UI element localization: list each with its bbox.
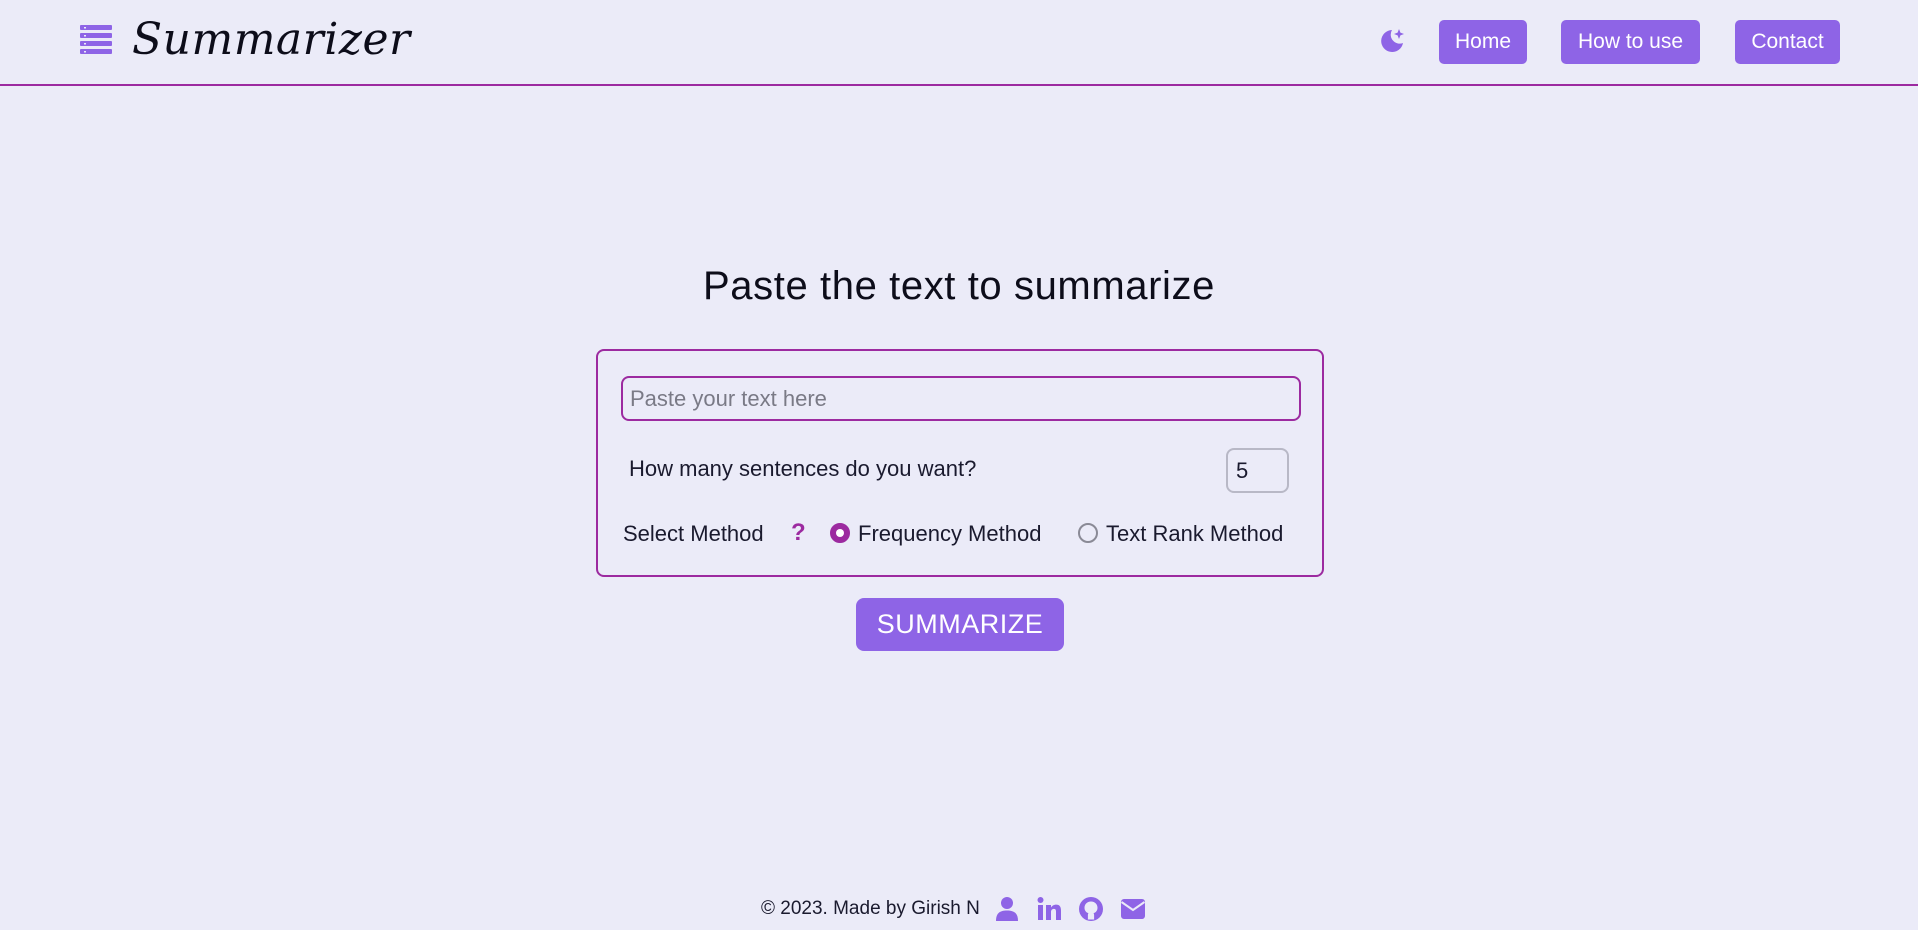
copyright-text: © 2023. Made by Girish N: [761, 898, 980, 919]
frequency-method-radio[interactable]: [830, 523, 850, 543]
footer: © 2023. Made by Girish N: [761, 894, 1162, 924]
sentences-count-input[interactable]: [1226, 448, 1289, 493]
github-icon[interactable]: [1078, 896, 1104, 922]
method-label: Select Method: [623, 521, 764, 546]
brand[interactable]: Summarizer: [80, 14, 411, 65]
text-rank-method-radio[interactable]: [1078, 523, 1098, 543]
nav-how-to-use-button[interactable]: How to use: [1561, 20, 1700, 64]
list-icon: [80, 24, 112, 54]
summarize-form: How many sentences do you want? Select M…: [596, 349, 1324, 577]
user-icon[interactable]: [994, 896, 1020, 922]
moon-icon[interactable]: [1376, 26, 1406, 56]
text-input[interactable]: [621, 376, 1301, 421]
help-question-icon[interactable]: ?: [791, 519, 806, 547]
summarize-button[interactable]: SUMMARIZE: [856, 598, 1064, 651]
frequency-method-label[interactable]: Frequency Method: [858, 521, 1041, 547]
navbar: Summarizer Home How to use Contact: [0, 0, 1918, 86]
envelope-icon[interactable]: [1120, 896, 1146, 922]
text-rank-method-label[interactable]: Text Rank Method: [1106, 521, 1283, 547]
brand-title: Summarizer: [132, 14, 411, 65]
page-heading: Paste the text to summarize: [703, 264, 1215, 308]
nav-home-button[interactable]: Home: [1439, 20, 1527, 64]
linkedin-icon[interactable]: [1036, 896, 1062, 922]
nav-contact-button[interactable]: Contact: [1735, 20, 1840, 64]
sentences-label: How many sentences do you want?: [629, 456, 977, 481]
